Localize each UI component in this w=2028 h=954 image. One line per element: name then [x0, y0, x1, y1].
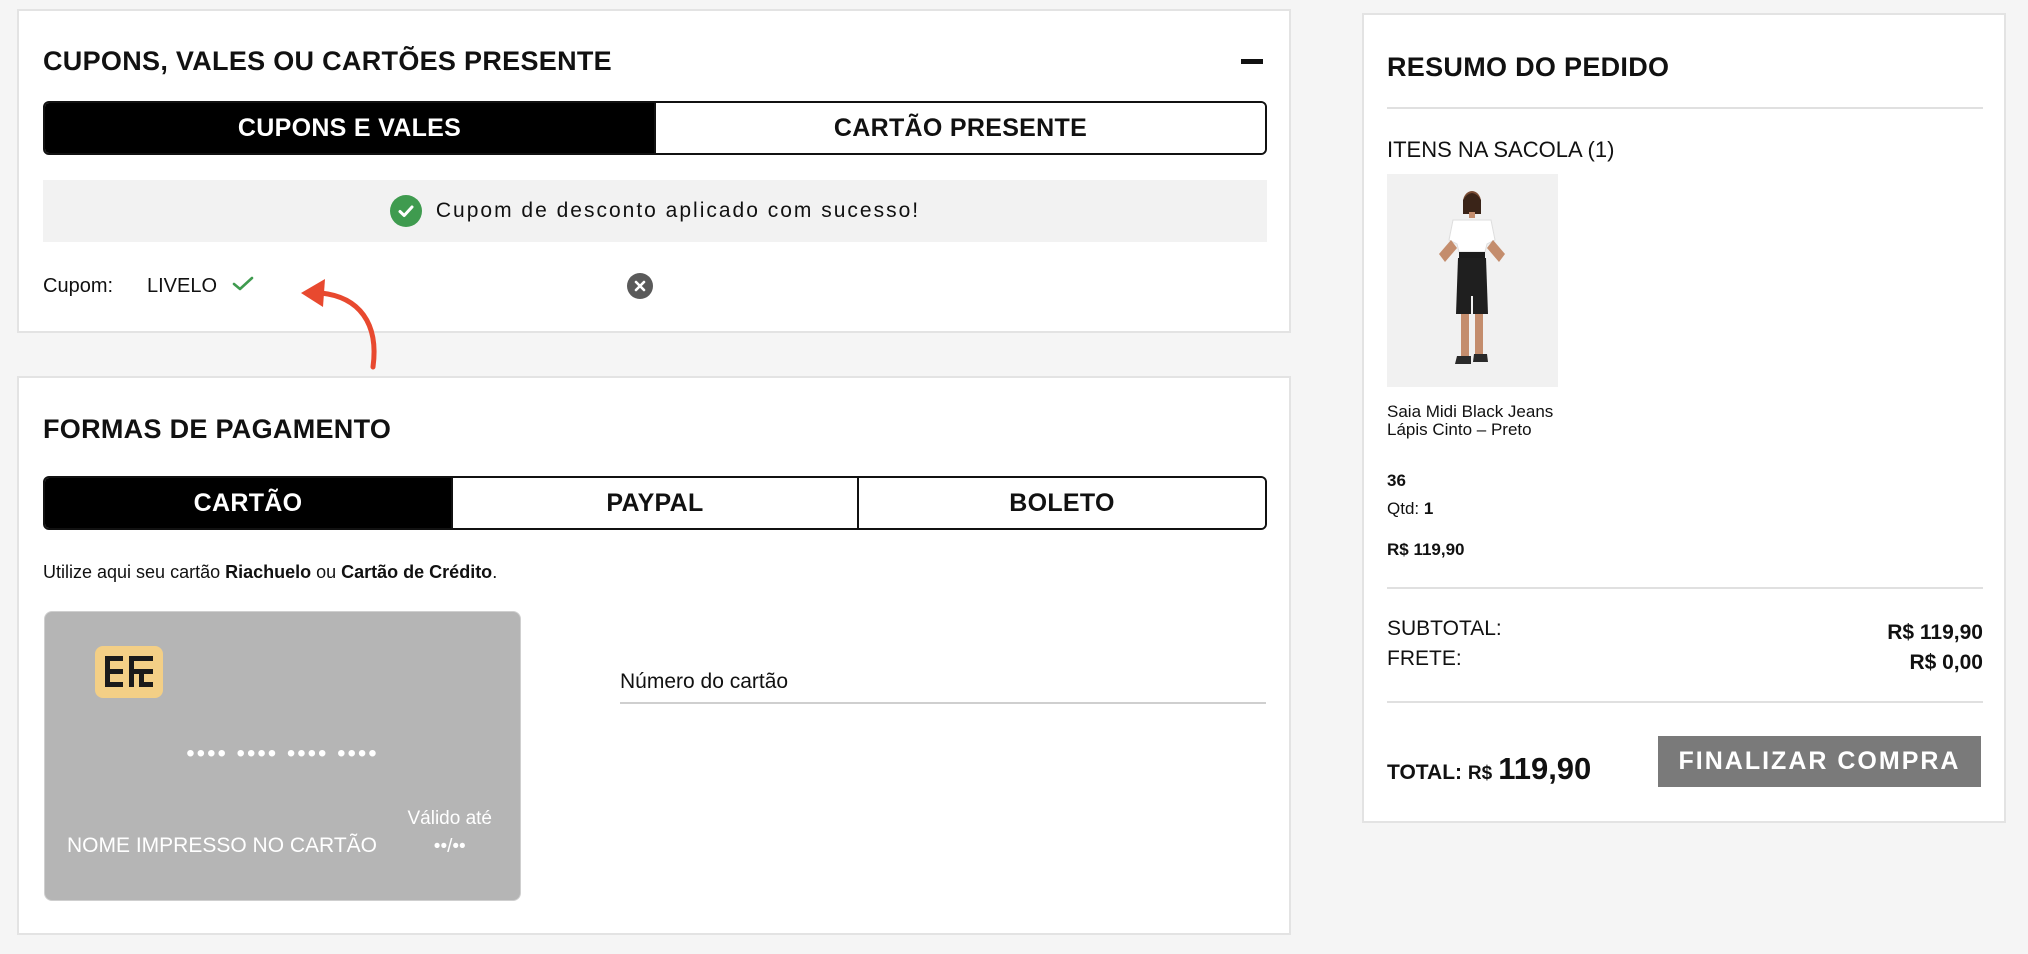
success-message-bar: Cupom de desconto aplicado com sucesso! — [43, 180, 1267, 242]
info-brand-riachuelo: Riachuelo — [225, 562, 312, 582]
order-summary-panel: RESUMO DO PEDIDO ITENS NA SACOLA (1) Sai… — [1362, 13, 2006, 823]
info-suffix: . — [492, 562, 498, 582]
summary-divider — [1387, 107, 1983, 109]
payment-info-text: Utilize aqui seu cartão Riachuelo ou Car… — [43, 562, 497, 583]
collapse-minus-icon[interactable] — [1241, 59, 1263, 64]
total-label: TOTAL: — [1387, 761, 1463, 784]
product-price: R$ 119,90 — [1387, 540, 1465, 559]
coupon-tabs: CUPONS E VALES CARTÃO PRESENTE — [43, 101, 1267, 155]
tab-paypal[interactable]: PAYPAL — [451, 478, 857, 528]
subtotal-value: R$ 119,90 — [1887, 621, 1983, 644]
tab-cartao-presente[interactable]: CARTÃO PRESENTE — [654, 103, 1265, 153]
card-number-mask: •••• •••• •••• •••• — [186, 740, 379, 767]
coupon-label: Cupom: — [43, 274, 114, 297]
summary-divider — [1387, 587, 1983, 589]
card-chip-icon — [95, 646, 163, 698]
annotation-arrow-icon — [301, 279, 377, 370]
success-check-icon — [389, 195, 422, 227]
total-currency: R$ — [1467, 763, 1493, 784]
qty-value: 1 — [1423, 499, 1434, 518]
coupons-panel: CUPONS, VALES OU CARTÕES PRESENTE CUPONS… — [17, 9, 1291, 370]
card-valid-label: Válido até — [407, 808, 492, 829]
credit-card-preview: •••• •••• •••• •••• NOME IMPRESSO NO CAR… — [44, 611, 521, 901]
coupons-title: CUPONS, VALES OU CARTÕES PRESENTE — [43, 46, 612, 76]
payment-panel: FORMAS DE PAGAMENTO CARTÃO PAYPAL BOLETO… — [17, 376, 1291, 935]
shipping-row: FRETE: R$ 0,00 — [1387, 647, 1983, 675]
card-exp-mask: ••/•• — [433, 836, 466, 857]
summary-divider — [1387, 701, 1983, 703]
shipping-label: FRETE: — [1387, 647, 1462, 670]
tab-cupons-e-vales[interactable]: CUPONS E VALES — [45, 103, 654, 153]
info-brand-credito: Cartão de Crédito — [341, 562, 493, 582]
info-mid: ou — [311, 562, 342, 582]
total-block: TOTAL: R$ 119,90 — [1387, 751, 1591, 787]
remove-coupon-close-icon[interactable] — [627, 273, 653, 299]
bag-items-title: ITENS NA SACOLA (1) — [1387, 137, 1615, 162]
payment-title: FORMAS DE PAGAMENTO — [43, 414, 392, 444]
product-qty: Qtd: 1 — [1387, 499, 1433, 519]
product-image[interactable] — [1387, 174, 1558, 387]
card-valid-block: Válido até ••/•• — [407, 808, 492, 858]
payment-tabs: CARTÃO PAYPAL BOLETO — [43, 476, 1267, 530]
applied-coupon-row: Cupom: LIVELO — [43, 273, 255, 299]
finalize-purchase-button[interactable]: FINALIZAR COMPRA — [1658, 736, 1981, 787]
tab-cartao[interactable]: CARTÃO — [45, 478, 451, 528]
product-size: 36 — [1387, 471, 1406, 490]
success-message: Cupom de desconto aplicado com sucesso! — [435, 199, 921, 222]
summary-title: RESUMO DO PEDIDO — [1387, 52, 1670, 82]
coupon-code: LIVELO — [147, 274, 218, 297]
qty-label: Qtd: — [1387, 499, 1420, 518]
card-holder-name: NOME IMPRESSO NO CARTÃO — [67, 834, 377, 857]
product-name[interactable]: Saia Midi Black Jeans Lápis Cinto – Pret… — [1387, 403, 1567, 439]
subtotal-label: SUBTOTAL: — [1387, 617, 1502, 640]
card-number-input[interactable] — [620, 664, 1266, 704]
info-prefix: Utilize aqui seu cartão — [43, 562, 226, 582]
coupon-valid-check-icon — [231, 273, 255, 299]
tab-boleto[interactable]: BOLETO — [857, 478, 1265, 528]
subtotal-row: SUBTOTAL: R$ 119,90 — [1387, 617, 1983, 645]
shipping-value: R$ 0,00 — [1909, 651, 1983, 674]
total-value: 119,90 — [1498, 751, 1592, 786]
